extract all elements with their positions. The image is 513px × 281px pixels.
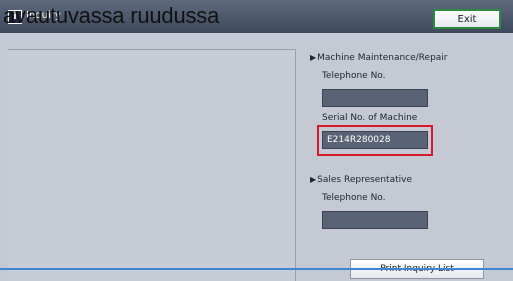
sales-heading: ▶Sales Representative <box>310 175 412 185</box>
triangle-right-icon: ▶ <box>310 175 317 184</box>
content-area: ▶Machine Maintenance/Repair Telephone No… <box>8 37 505 281</box>
left-panel <box>8 49 296 281</box>
sales-telephone-field <box>322 211 428 229</box>
caption-text: avautuvassa ruudussa <box>3 3 220 28</box>
serial-number-field: E214R280028 <box>322 131 428 149</box>
bottom-divider <box>0 268 513 270</box>
triangle-right-icon: ▶ <box>310 53 317 62</box>
sales-heading-text: Sales Representative <box>317 175 412 185</box>
sales-telephone-label: Telephone No. <box>322 193 386 203</box>
maintenance-telephone-field <box>322 89 428 107</box>
inquiry-screen: i Inquiry Exit ▶Machine Maintenance/Repa… <box>0 0 513 281</box>
maintenance-telephone-label: Telephone No. <box>322 71 386 81</box>
maintenance-heading: ▶Machine Maintenance/Repair <box>310 53 448 63</box>
exit-button[interactable]: Exit <box>433 9 501 29</box>
maintenance-heading-text: Machine Maintenance/Repair <box>317 53 448 63</box>
serial-number-label: Serial No. of Machine <box>322 113 418 123</box>
contact-panel: ▶Machine Maintenance/Repair Telephone No… <box>300 37 505 281</box>
